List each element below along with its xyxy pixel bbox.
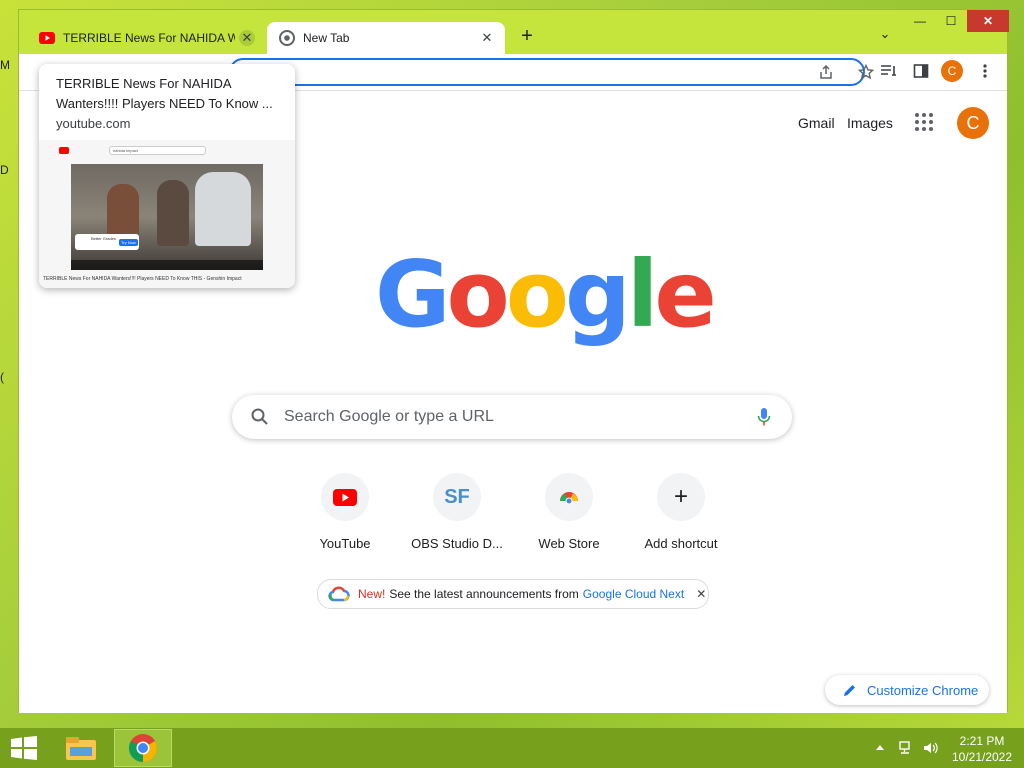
tab-youtube[interactable]: TERRIBLE News For NAHIDA Wanters!!!! Pla… xyxy=(27,22,265,54)
address-bar[interactable] xyxy=(229,58,875,86)
video-frame: Better Grades Try Now xyxy=(71,164,263,270)
file-explorer-icon xyxy=(66,737,96,760)
shortcut-label: YouTube xyxy=(319,536,371,551)
youtube-icon xyxy=(333,488,357,506)
chrome-window: TERRIBLE News For NAHIDA Wanters!!!! Pla… xyxy=(18,9,1009,713)
shortcut-obs-studio[interactable]: SF OBS Studio D... xyxy=(401,473,513,573)
thumbnail-search: nahida impact xyxy=(109,146,206,155)
desktop-icon-label: ( xyxy=(0,370,4,384)
pencil-icon xyxy=(844,685,855,696)
shortcut-tile: + xyxy=(657,473,705,521)
person-figure xyxy=(157,180,189,246)
promo-text: See the latest announcements from xyxy=(389,587,579,601)
shortcut-tile xyxy=(321,473,369,521)
google-account-avatar[interactable]: C xyxy=(957,107,989,139)
profile-avatar-button[interactable]: C xyxy=(941,60,963,82)
hover-card-thumbnail: nahida impact Better Grades Try Now TERR… xyxy=(39,140,295,288)
google-cloud-icon xyxy=(328,586,350,602)
reading-list-icon[interactable] xyxy=(879,63,899,83)
shortcut-tile: SF xyxy=(433,473,481,521)
shortcut-label: Add shortcut xyxy=(644,536,718,551)
shortcut-label: Web Store xyxy=(538,536,600,551)
microphone-icon[interactable] xyxy=(756,407,772,427)
desktop-icon-label: M xyxy=(0,58,10,72)
promo-chip[interactable]: New! See the latest announcements from G… xyxy=(317,579,709,609)
minimize-icon: — xyxy=(914,14,926,28)
network-icon[interactable] xyxy=(898,740,914,756)
windows-start-icon[interactable] xyxy=(10,736,38,760)
youtube-icon xyxy=(39,32,55,44)
google-logo: Google xyxy=(375,241,717,348)
maximize-button[interactable]: ☐ xyxy=(936,10,966,32)
ad-button: Try Now xyxy=(119,239,138,246)
ntp-search-box[interactable]: Search Google or type a URL xyxy=(232,395,792,439)
shortcut-youtube[interactable]: YouTube xyxy=(289,473,401,573)
shortcut-web-store[interactable]: Web Store xyxy=(513,473,625,573)
new-badge: New! xyxy=(358,587,386,601)
close-icon: ✕ xyxy=(982,14,994,28)
person-figure xyxy=(195,172,251,246)
video-controls xyxy=(71,260,263,270)
share-icon[interactable] xyxy=(817,64,835,82)
maximize-icon: ☐ xyxy=(945,14,957,28)
volume-icon[interactable] xyxy=(922,740,938,756)
taskbar-chrome[interactable] xyxy=(114,729,172,767)
tab-strip: TERRIBLE News For NAHIDA Wanters!!!! Pla… xyxy=(19,10,1009,54)
minimize-button[interactable]: — xyxy=(905,10,935,32)
add-icon: + xyxy=(673,483,688,510)
chrome-icon xyxy=(129,734,157,762)
tab-search-button[interactable]: ⌄ xyxy=(875,26,895,46)
more-menu-icon[interactable] xyxy=(975,63,995,83)
google-apps-icon[interactable] xyxy=(915,113,933,131)
thumbnail-youtube-header: nahida impact xyxy=(43,146,291,155)
tab-close-button[interactable]: ✕ xyxy=(239,30,255,46)
youtube-icon xyxy=(59,147,69,154)
shortcut-label: OBS Studio D... xyxy=(411,536,503,551)
tab-title: New Tab xyxy=(303,31,350,45)
taskbar-clock[interactable]: 2:21 PM 10/21/2022 xyxy=(944,733,1020,765)
tab-hover-card: TERRIBLE News For NAHIDA Wanters!!!! Pla… xyxy=(39,64,295,288)
clock-time: 2:21 PM xyxy=(959,734,1005,748)
hover-card-domain: youtube.com xyxy=(56,116,131,131)
side-panel-icon[interactable] xyxy=(911,63,931,83)
hover-card-title: TERRIBLE News For NAHIDA Wanters!!!! Pla… xyxy=(56,76,273,111)
customize-label: Customize Chrome xyxy=(867,682,979,698)
clock-date: 10/21/2022 xyxy=(951,750,1013,764)
tab-title: TERRIBLE News For NAHIDA Wanters!!!! Pla… xyxy=(63,31,235,45)
ad-title: Better Grades xyxy=(91,236,116,241)
close-window-button[interactable]: ✕ xyxy=(967,10,1009,32)
chrome-icon xyxy=(279,30,295,46)
video-ad-overlay: Better Grades Try Now xyxy=(75,234,139,250)
taskbar-file-explorer[interactable] xyxy=(52,729,110,767)
bookmark-star-icon[interactable] xyxy=(857,63,875,82)
tab-new-tab[interactable]: New Tab ✕ xyxy=(267,22,505,54)
promo-link[interactable]: Google Cloud Next xyxy=(583,587,684,601)
search-input[interactable]: Search Google or type a URL xyxy=(284,408,494,426)
new-tab-button[interactable]: + xyxy=(515,24,539,48)
thumbnail-caption: TERRIBLE News For NAHIDA Wanters!!!! Pla… xyxy=(43,276,242,282)
taskbar: 2:21 PM 10/21/2022 xyxy=(0,728,1024,768)
obs-sf-icon: SF xyxy=(444,485,470,508)
search-icon xyxy=(251,408,268,425)
shortcut-tile xyxy=(545,473,593,521)
customize-chrome-button[interactable]: Customize Chrome xyxy=(825,675,989,705)
chrome-web-store-icon xyxy=(560,492,578,505)
desktop-icon-label: D xyxy=(0,163,9,177)
images-link[interactable]: Images xyxy=(847,115,893,131)
tab-close-button[interactable]: ✕ xyxy=(479,30,495,46)
tray-expand-icon[interactable] xyxy=(876,744,884,750)
close-icon[interactable]: ✕ xyxy=(696,587,706,601)
gmail-link[interactable]: Gmail xyxy=(798,115,835,131)
shortcut-add[interactable]: + Add shortcut xyxy=(625,473,737,573)
